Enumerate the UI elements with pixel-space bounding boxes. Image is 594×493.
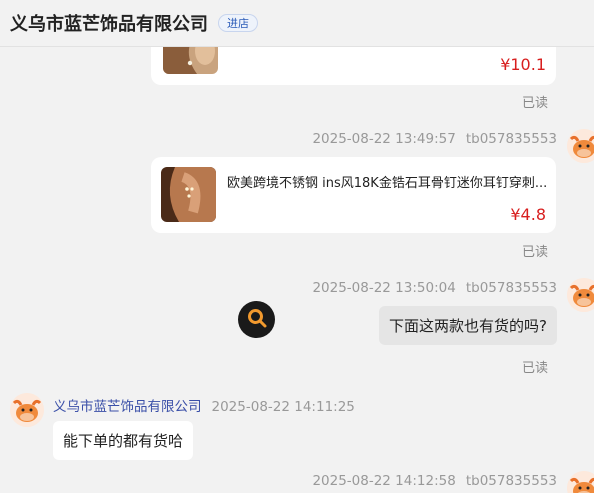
search-icon xyxy=(246,307,268,333)
message-time: 2025-08-22 13:49:57 xyxy=(312,131,456,147)
product-price: ¥4.8 xyxy=(510,205,546,224)
sender-name[interactable]: 义乌市蓝芒饰品有限公司 xyxy=(53,399,202,415)
message-time: 2025-08-22 14:12:58 xyxy=(312,473,456,489)
message-bubble[interactable]: 下面这两款也有货的吗? xyxy=(379,306,557,345)
product-thumbnail xyxy=(163,47,218,74)
product-card[interactable]: 欧美跨境不锈钢 ins风18K金锆石耳骨钉迷你耳钉穿刺... ¥4.8 xyxy=(151,157,556,233)
user-avatar xyxy=(567,278,594,312)
shop-avatar xyxy=(10,393,44,427)
chat-message-list[interactable]: ¥10.1 已读 2025-08-22 13:49:57 tb057835553 … xyxy=(0,47,594,493)
product-thumbnail xyxy=(161,167,216,222)
floating-search-button[interactable] xyxy=(238,301,275,338)
read-status: 已读 xyxy=(522,245,549,260)
product-price: ¥10.1 xyxy=(500,55,546,74)
user-avatar xyxy=(567,129,594,163)
enter-shop-button[interactable]: 进店 xyxy=(218,14,258,32)
message-meta: 2025-08-22 14:12:58 tb057835553 xyxy=(312,473,557,489)
message-bubble[interactable]: 能下单的都有货哈 xyxy=(53,421,194,460)
sender-name: tb057835553 xyxy=(465,280,557,296)
chat-header: 义乌市蓝芒饰品有限公司 进店 xyxy=(0,0,594,47)
read-status: 已读 xyxy=(522,361,549,376)
product-card[interactable]: ¥10.1 xyxy=(151,47,556,85)
sender-name: tb057835553 xyxy=(465,473,557,489)
read-status: 已读 xyxy=(522,96,549,111)
shop-name-title[interactable]: 义乌市蓝芒饰品有限公司 xyxy=(10,10,208,36)
user-avatar xyxy=(567,471,594,493)
message-time: 2025-08-22 14:11:25 xyxy=(211,399,355,415)
message-meta: 义乌市蓝芒饰品有限公司 2025-08-22 14:11:25 xyxy=(53,395,355,415)
product-title: 欧美跨境不锈钢 ins风18K金锆石耳骨钉迷你耳钉穿刺... xyxy=(227,176,548,191)
message-meta: 2025-08-22 13:50:04 tb057835553 xyxy=(312,280,557,296)
message-meta: 2025-08-22 13:49:57 tb057835553 xyxy=(312,131,557,147)
message-time: 2025-08-22 13:50:04 xyxy=(312,280,456,296)
sender-name: tb057835553 xyxy=(465,131,557,147)
